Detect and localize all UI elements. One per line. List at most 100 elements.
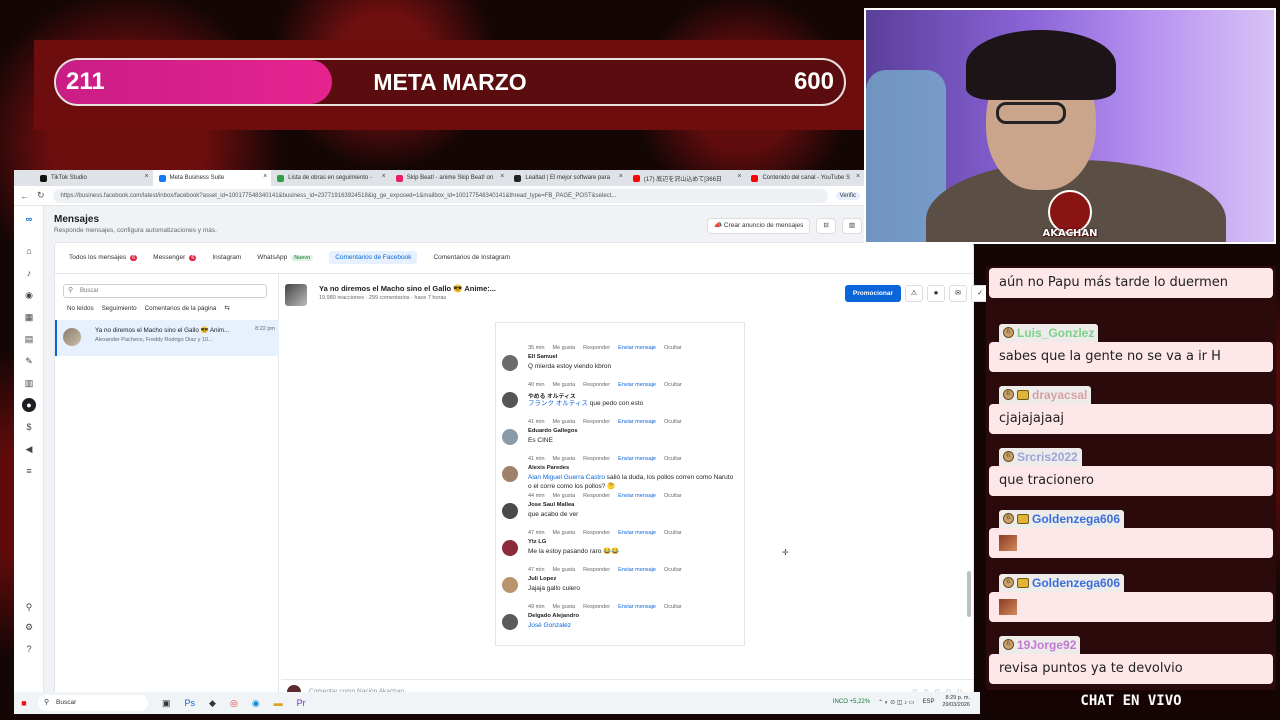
clock[interactable]: 8:29 p. m. 29/03/2026 [942,695,970,709]
reply-link[interactable]: Responder [583,382,610,388]
comment-author[interactable]: Alexis Paredes [528,465,569,471]
inbox-tab[interactable]: Comentarios de Instagram [433,251,510,264]
insights-icon[interactable]: ▥ [22,376,36,390]
tab-close-icon[interactable]: × [144,173,148,180]
tab-close-icon[interactable]: × [382,173,386,180]
promote-button[interactable]: Promocionar [844,285,901,302]
avatar[interactable] [502,392,518,408]
inbox-tab[interactable]: Todos los mensajes 6 [69,251,138,264]
hide-link[interactable]: Ocultar [664,419,682,425]
reply-link[interactable]: Responder [583,493,610,499]
chat-username[interactable]: ♘ Srcris2022 [999,447,1082,466]
search-input[interactable]: ⚲ Buscar [63,284,267,298]
app-icon[interactable]: ◆ [209,698,216,709]
filter-followup[interactable]: Seguimiento [102,305,137,312]
inbox-tab[interactable]: WhatsApp Nuevo [257,251,314,264]
chrome-icon[interactable]: ◎ [230,698,238,709]
chat-username[interactable]: ♘ drayacsal [999,385,1092,404]
hide-link[interactable]: Ocultar [664,493,682,499]
reply-link[interactable]: Responder [583,567,610,573]
meta-logo-icon[interactable]: ∞ [22,212,36,226]
browser-tab[interactable]: Meta Business Suite × [152,170,272,186]
ads-icon[interactable]: ◉ [22,288,36,302]
chart-button[interactable]: ▥ [841,218,862,234]
language[interactable]: ESP [922,699,934,705]
stock-widget[interactable]: INCO +5,22% [833,699,870,705]
tab-close-icon[interactable]: × [500,173,504,180]
like-link[interactable]: Me gusta [553,456,576,462]
comments-scrollbar[interactable] [967,571,971,617]
browser-tab[interactable]: Skip Beat! - anime Skip Beat! on × [390,170,509,186]
comment-mention[interactable]: フランク オルティス [528,400,588,407]
comment-author[interactable]: Jose Saul Mallea [528,502,574,508]
send-message-link[interactable]: Enviar mensaje [618,530,656,536]
inbox-icon[interactable]: ● [22,398,36,412]
reload-icon[interactable]: ↻ [37,190,45,201]
chat-username[interactable]: ♘ Goldenzega606 [999,573,1125,592]
warning-button[interactable]: ⚠ [905,285,923,302]
calendar-icon[interactable]: ▦ [22,310,36,324]
verified-chip[interactable]: Verific [835,191,860,200]
like-link[interactable]: Me gusta [553,567,576,573]
send-message-link[interactable]: Enviar mensaje [618,419,656,425]
send-message-link[interactable]: Enviar mensaje [618,567,656,573]
search-icon[interactable]: ⚲ [22,600,36,614]
avatar[interactable] [502,429,518,445]
task-view-icon[interactable]: ▣ [162,698,171,709]
like-link[interactable]: Me gusta [553,419,576,425]
tab-close-icon[interactable]: × [737,173,741,180]
comment-author[interactable]: Ytz LG [528,539,546,545]
hide-link[interactable]: Ocultar [664,604,682,610]
taskbar-search[interactable]: ⚲ Buscar [38,695,148,711]
chat-username[interactable]: ♘ Luis_Gonzlez [999,323,1099,342]
reply-link[interactable]: Responder [583,456,610,462]
browser-tab[interactable]: TikTok Studio × [34,170,153,186]
send-message-link[interactable]: Enviar mensaje [618,493,656,499]
reply-link[interactable]: Responder [583,604,610,610]
comment-mention[interactable]: Alan Miguel Guerra Castro [528,474,605,481]
hide-link[interactable]: Ocultar [664,382,682,388]
url-field[interactable]: https://business.facebook.com/latest/inb… [52,188,828,203]
send-message-link[interactable]: Enviar mensaje [618,382,656,388]
reply-link[interactable]: Responder [583,419,610,425]
like-link[interactable]: Me gusta [553,382,576,388]
settings-toggle-button[interactable]: ⊟ [816,218,836,234]
browser-tab[interactable]: (17) 底辺を沢山込めて[366日 × [627,170,746,186]
avatar[interactable] [502,614,518,630]
filter-unread[interactable]: No leídos [67,305,94,312]
inbox-tab[interactable]: Comentarios de Facebook [329,251,418,264]
hide-link[interactable]: Ocultar [664,567,682,573]
hide-link[interactable]: Ocultar [664,456,682,462]
like-link[interactable]: Me gusta [553,604,576,610]
hide-link[interactable]: Ocultar [664,345,682,351]
start-icon[interactable]: ■ [14,698,34,708]
premiere-icon[interactable]: Pr [297,698,306,709]
help-icon[interactable]: ? [22,642,36,656]
send-message-link[interactable]: Enviar mensaje [618,456,656,462]
comment-author[interactable]: Eduardo Gallegos [528,428,578,434]
browser-tab[interactable]: Lealtad | El mejor software para × [508,170,627,186]
back-icon[interactable]: ← [20,191,29,201]
content-icon[interactable]: ▤ [22,332,36,346]
filter-options-icon[interactable]: ⇆ [224,305,229,312]
like-link[interactable]: Me gusta [553,530,576,536]
menu-icon[interactable]: ≡ [22,464,36,478]
comment-author[interactable]: Ell Samuel [528,354,557,360]
avatar[interactable] [502,540,518,556]
mail-button[interactable]: ✉ [949,285,967,302]
like-link[interactable]: Me gusta [553,345,576,351]
hide-link[interactable]: Ocultar [664,530,682,536]
settings-icon[interactable]: ⚙ [22,620,36,634]
tab-close-icon[interactable]: × [619,173,623,180]
notifications-icon[interactable]: ♪ [22,266,36,280]
send-message-link[interactable]: Enviar mensaje [618,604,656,610]
planner-icon[interactable]: ✎ [22,354,36,368]
tray-icons[interactable]: ⌃ ◐ ⊙ ◫ ♪ ▭ [878,699,914,706]
tab-close-icon[interactable]: × [856,173,860,180]
photoshop-icon[interactable]: Ps [185,698,196,709]
inbox-tab[interactable]: Instagram [212,251,241,264]
avatar[interactable] [502,466,518,482]
edge-icon[interactable]: ◉ [252,698,260,709]
comment-author[interactable]: Delgado Alejandro [528,613,579,619]
reply-link[interactable]: Responder [583,345,610,351]
